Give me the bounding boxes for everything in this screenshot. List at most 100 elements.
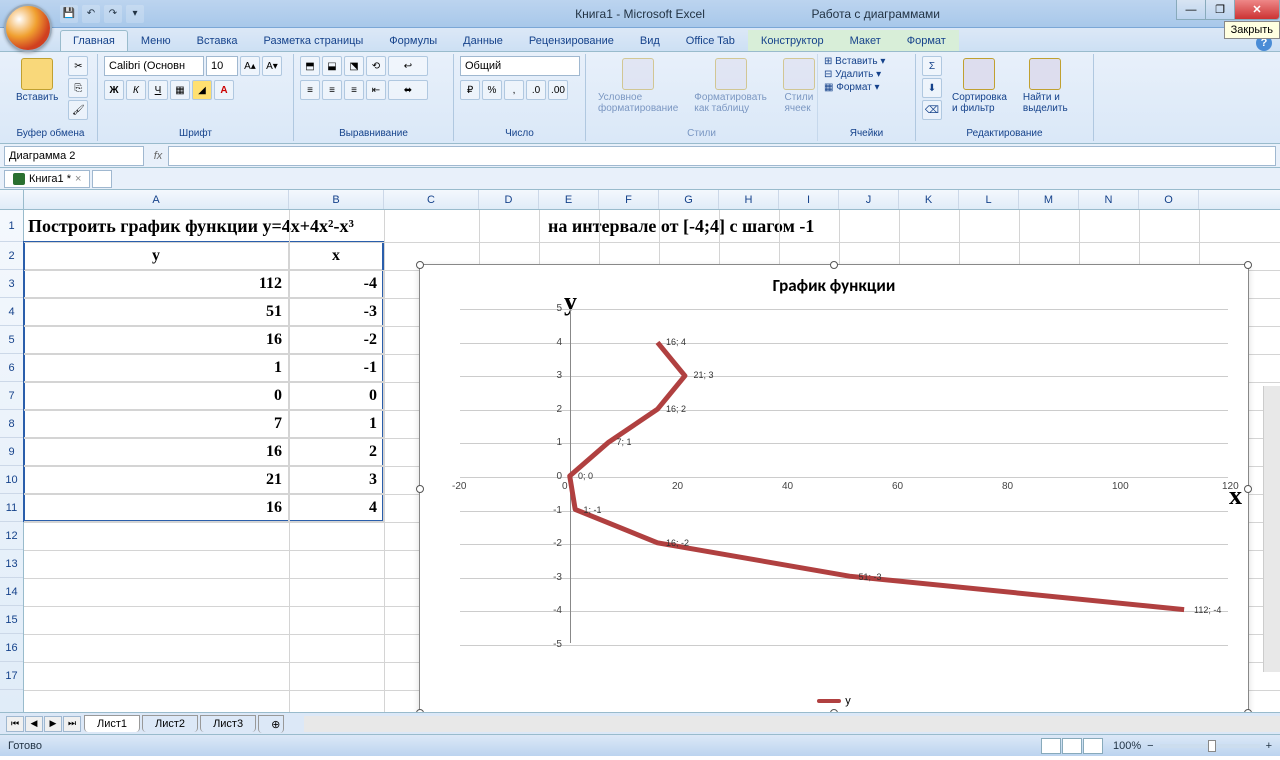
zoom-in-button[interactable]: +: [1266, 740, 1272, 752]
clear-icon[interactable]: ⌫: [922, 100, 942, 120]
dec-decimal-icon[interactable]: .00: [548, 80, 568, 100]
tab-chart-layout[interactable]: Макет: [837, 30, 894, 51]
cell-styles-button[interactable]: Стили ячеек: [777, 56, 821, 116]
zoom-out-button[interactable]: −: [1147, 740, 1153, 752]
table-cell-x[interactable]: 0: [289, 382, 384, 410]
new-sheet-button[interactable]: ⊕: [258, 715, 284, 733]
table-cell-x[interactable]: 1: [289, 410, 384, 438]
sheet-nav-next[interactable]: ▶: [44, 716, 62, 732]
sheet-tab-1[interactable]: Лист1: [84, 715, 140, 732]
sheet-tab-3[interactable]: Лист3: [200, 715, 256, 732]
office-button[interactable]: [4, 4, 52, 52]
sheet-nav-last[interactable]: ⏭: [63, 716, 81, 732]
grow-font-icon[interactable]: A▴: [240, 56, 260, 76]
cells-insert-button[interactable]: ⊞ Вставить ▾: [824, 56, 885, 67]
row-header[interactable]: 9: [0, 438, 23, 466]
row-header[interactable]: 10: [0, 466, 23, 494]
merge-icon[interactable]: ⬌: [388, 80, 428, 100]
italic-button[interactable]: К: [126, 80, 146, 100]
format-table-button[interactable]: Форматировать как таблицу: [688, 56, 773, 116]
redo-icon[interactable]: ↷: [104, 5, 122, 23]
format-painter-icon[interactable]: 🖌: [68, 100, 88, 120]
align-bottom-icon[interactable]: ⬔: [344, 56, 364, 76]
tab-pagelayout[interactable]: Разметка страницы: [251, 30, 377, 51]
border-icon[interactable]: ▦: [170, 80, 190, 100]
column-header[interactable]: N: [1079, 190, 1139, 209]
tab-chart-format[interactable]: Формат: [894, 30, 959, 51]
table-cell-x[interactable]: -4: [289, 270, 384, 298]
column-header[interactable]: E: [539, 190, 599, 209]
row-header[interactable]: 7: [0, 382, 23, 410]
zoom-slider[interactable]: [1160, 744, 1260, 748]
undo-icon[interactable]: ↶: [82, 5, 100, 23]
sort-filter-button[interactable]: Сортировка и фильтр: [946, 56, 1013, 116]
align-top-icon[interactable]: ⬒: [300, 56, 320, 76]
tab-chart-design[interactable]: Конструктор: [748, 30, 837, 51]
row-header[interactable]: 1: [0, 210, 23, 242]
shrink-font-icon[interactable]: A▾: [262, 56, 282, 76]
save-icon[interactable]: 💾: [60, 5, 78, 23]
minimize-button[interactable]: —: [1176, 0, 1206, 20]
bold-button[interactable]: Ж: [104, 80, 124, 100]
paste-button[interactable]: Вставить: [10, 56, 64, 105]
cells-format-button[interactable]: ▦ Формат ▾: [824, 82, 880, 93]
table-cell-x[interactable]: -3: [289, 298, 384, 326]
row-header[interactable]: 13: [0, 550, 23, 578]
row-header[interactable]: 4: [0, 298, 23, 326]
document-tab[interactable]: Книга1 * ×: [4, 170, 90, 188]
percent-icon[interactable]: %: [482, 80, 502, 100]
tab-data[interactable]: Данные: [450, 30, 516, 51]
row-header[interactable]: 8: [0, 410, 23, 438]
autosum-icon[interactable]: Σ: [922, 56, 942, 76]
row-header[interactable]: 15: [0, 606, 23, 634]
cond-format-button[interactable]: Условное форматирование: [592, 56, 684, 116]
cells-delete-button[interactable]: ⊟ Удалить ▾: [824, 69, 881, 80]
row-header[interactable]: 16: [0, 634, 23, 662]
chart-title[interactable]: График функции: [420, 265, 1248, 302]
column-header[interactable]: C: [384, 190, 479, 209]
fx-icon[interactable]: fx: [148, 146, 168, 166]
column-header[interactable]: H: [719, 190, 779, 209]
indent-dec-icon[interactable]: ⇤: [366, 80, 386, 100]
align-left-icon[interactable]: ≡: [300, 80, 320, 100]
doc-close-icon[interactable]: ×: [75, 173, 81, 185]
select-all-corner[interactable]: [0, 190, 24, 209]
column-header[interactable]: O: [1139, 190, 1199, 209]
tab-view[interactable]: Вид: [627, 30, 673, 51]
wrap-text-icon[interactable]: ↩: [388, 56, 428, 76]
table-cell-y[interactable]: 112: [24, 270, 289, 298]
table-cell-y[interactable]: 1: [24, 354, 289, 382]
find-select-button[interactable]: Найти и выделить: [1017, 56, 1074, 116]
column-header[interactable]: D: [479, 190, 539, 209]
row-header[interactable]: 3: [0, 270, 23, 298]
align-right-icon[interactable]: ≡: [344, 80, 364, 100]
table-cell-x[interactable]: 2: [289, 438, 384, 466]
column-header[interactable]: I: [779, 190, 839, 209]
vertical-scrollbar[interactable]: [1263, 386, 1280, 672]
number-format-combo[interactable]: Общий: [460, 56, 580, 76]
cell-grid[interactable]: Построить график функции y=4x+4x²-x³ на …: [24, 210, 1280, 712]
plot-area[interactable]: -5-4-3-2-1012345-2002040608010012016; 42…: [460, 309, 1228, 643]
sheet-tab-2[interactable]: Лист2: [142, 715, 198, 732]
view-page-icon[interactable]: [1062, 738, 1082, 754]
row-header[interactable]: 17: [0, 662, 23, 690]
table-cell-y[interactable]: 21: [24, 466, 289, 494]
new-document-button[interactable]: [92, 170, 112, 188]
row-header[interactable]: 6: [0, 354, 23, 382]
font-size-combo[interactable]: 10: [206, 56, 238, 76]
qat-more-icon[interactable]: ▾: [126, 5, 144, 23]
tab-officetab[interactable]: Office Tab: [673, 30, 748, 51]
cut-icon[interactable]: ✂: [68, 56, 88, 76]
chart-object[interactable]: График функции y x -5-4-3-2-1012345-2002…: [419, 264, 1249, 712]
table-cell-y[interactable]: 51: [24, 298, 289, 326]
fill-color-icon[interactable]: ◢: [192, 80, 212, 100]
copy-icon[interactable]: ⎘: [68, 78, 88, 98]
column-header[interactable]: J: [839, 190, 899, 209]
close-button[interactable]: ✕: [1234, 0, 1280, 20]
row-header[interactable]: 11: [0, 494, 23, 522]
column-header[interactable]: A: [24, 190, 289, 209]
column-header[interactable]: K: [899, 190, 959, 209]
zoom-value[interactable]: 100%: [1113, 740, 1141, 752]
row-header[interactable]: 14: [0, 578, 23, 606]
chart-legend[interactable]: y: [420, 695, 1248, 707]
